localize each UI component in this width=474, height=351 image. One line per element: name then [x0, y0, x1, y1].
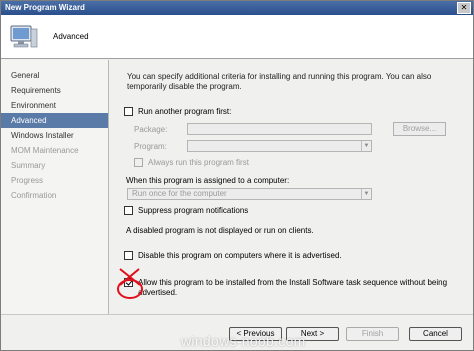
- sidebar-item-confirmation: Confirmation: [11, 191, 57, 200]
- disable-row: Disable this program on computers where …: [124, 251, 342, 260]
- always-run-checkbox: [134, 158, 143, 167]
- advanced-panel: You can specify additional criteria for …: [110, 60, 473, 314]
- sidebar-item-mom-maintenance: MOM Maintenance: [11, 146, 79, 155]
- disable-checkbox[interactable]: [124, 251, 133, 260]
- suppress-label: Suppress program notifications: [138, 206, 249, 215]
- page-title: Advanced: [53, 32, 89, 41]
- sidebar-item-progress: Progress: [11, 176, 44, 185]
- allow-label-line1: Allow this program to be installed from …: [138, 278, 448, 287]
- assigned-row: When this program is assigned to a compu…: [126, 176, 289, 185]
- window-title: New Program Wizard: [5, 3, 85, 12]
- package-label: Package:: [134, 125, 168, 134]
- disabled-note-row: A disabled program is not displayed or r…: [126, 226, 314, 235]
- allow-row: Allow this program to be installed from …: [124, 278, 447, 287]
- close-button[interactable]: ✕: [457, 2, 471, 14]
- wizard-window: New Program Wizard ✕ Advanced General Re…: [0, 0, 474, 351]
- title-bar: New Program Wizard ✕: [1, 1, 473, 15]
- suppress-checkbox[interactable]: [124, 206, 133, 215]
- wizard-header: Advanced: [1, 15, 473, 59]
- package-field: [187, 123, 372, 135]
- run-another-checkbox[interactable]: [124, 107, 133, 116]
- watermark: windows-noob.com: [181, 333, 306, 349]
- package-row: Package:: [134, 125, 167, 134]
- browse-button: Browse...: [393, 122, 446, 136]
- program-select: ▼: [187, 140, 372, 152]
- finish-button: Finish: [346, 327, 399, 341]
- cancel-button[interactable]: Cancel: [409, 327, 462, 341]
- program-label: Program:: [134, 142, 167, 151]
- wizard-sidebar: General Requirements Environment Advance…: [1, 60, 109, 314]
- disable-label: Disable this program on computers where …: [138, 251, 342, 260]
- sidebar-item-summary: Summary: [11, 161, 46, 170]
- sidebar-item-advanced[interactable]: Advanced: [1, 113, 108, 128]
- sidebar-item-windows-installer[interactable]: Windows Installer: [1, 128, 108, 143]
- run-another-row: Run another program first:: [124, 107, 231, 116]
- sidebar-item-general[interactable]: General: [1, 68, 108, 83]
- disabled-note: A disabled program is not displayed or r…: [126, 226, 314, 235]
- assigned-value: Run once for the computer: [132, 189, 227, 198]
- run-another-label: Run another program first:: [138, 107, 232, 116]
- chevron-down-icon: ▼: [361, 189, 371, 199]
- annotation-circle: [117, 268, 143, 299]
- computer-icon: [10, 25, 38, 48]
- sidebar-item-requirements[interactable]: Requirements: [1, 83, 108, 98]
- assigned-select[interactable]: Run once for the computer ▼: [127, 188, 372, 200]
- program-row: Program:: [134, 142, 167, 151]
- assigned-label: When this program is assigned to a compu…: [126, 176, 290, 185]
- description-text: You can specify additional criteria for …: [127, 72, 432, 91]
- suppress-row: Suppress program notifications: [124, 206, 248, 215]
- sidebar-item-environment[interactable]: Environment: [1, 98, 108, 113]
- always-run-label: Always run this program first: [148, 158, 249, 167]
- chevron-down-icon: ▼: [361, 141, 371, 151]
- always-run-row: Always run this program first: [134, 158, 249, 167]
